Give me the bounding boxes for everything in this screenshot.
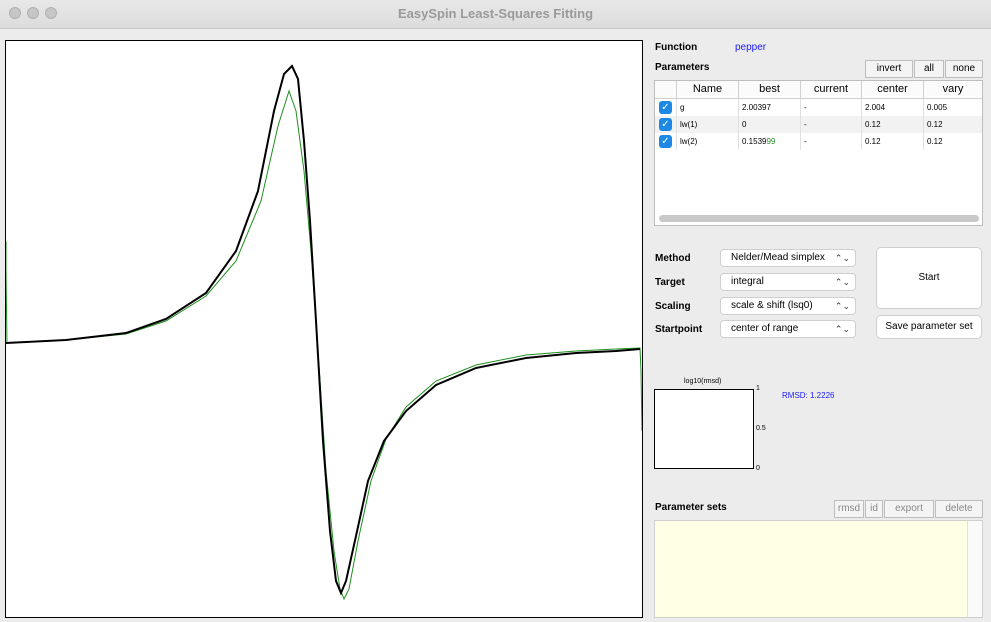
cell-best: 0.153999 xyxy=(738,133,800,150)
parameters-label: Parameters xyxy=(655,62,710,73)
cell-name: lw(2) xyxy=(676,133,738,150)
save-parameter-set-button[interactable]: Save parameter set xyxy=(876,315,982,339)
column-header-center[interactable]: center xyxy=(861,81,923,98)
sort-rmsd-button[interactable]: rmsd xyxy=(834,500,864,518)
scaling-label: Scaling xyxy=(655,301,691,312)
rmsd-tick-mid: 0.5 xyxy=(756,425,766,432)
row-checkbox[interactable]: ✓ xyxy=(659,101,672,114)
cell-center[interactable]: 0.12 xyxy=(861,133,923,150)
row-checkbox[interactable]: ✓ xyxy=(659,135,672,148)
export-button[interactable]: export xyxy=(884,500,934,518)
column-header-best[interactable]: best xyxy=(738,81,800,98)
scaling-select[interactable]: scale & shift (lsq0) ⌃⌄ xyxy=(720,297,856,315)
select-all-button[interactable]: all xyxy=(914,60,944,78)
cell-name: lw(1) xyxy=(676,116,738,133)
scaling-select-value: scale & shift (lsq0) xyxy=(731,300,813,311)
column-header-current[interactable]: current xyxy=(800,81,861,98)
column-header-name[interactable]: Name xyxy=(676,81,738,98)
parameter-sets-label: Parameter sets xyxy=(655,502,727,513)
cell-current: - xyxy=(800,116,861,133)
startpoint-select[interactable]: center of range ⌃⌄ xyxy=(720,320,856,338)
cell-vary[interactable]: 0.12 xyxy=(923,133,982,150)
title-bar: EasySpin Least-Squares Fitting xyxy=(0,0,991,29)
experimental-data-curve xyxy=(5,64,641,596)
spectrum-svg xyxy=(5,64,643,601)
row-checkbox[interactable]: ✓ xyxy=(659,118,672,131)
select-none-button[interactable]: none xyxy=(945,60,983,78)
fit-curve xyxy=(5,89,643,601)
parameter-sets-list[interactable] xyxy=(654,520,983,618)
table-row[interactable]: ✓ g 2.00397 - 2.004 0.005 xyxy=(655,99,982,116)
cell-vary[interactable]: 0.005 xyxy=(923,99,982,116)
target-label: Target xyxy=(655,277,685,288)
cell-best-value: 0.1539 xyxy=(742,137,767,146)
column-header-vary[interactable]: vary xyxy=(923,81,982,98)
start-button[interactable]: Start xyxy=(876,247,982,309)
startpoint-label: Startpoint xyxy=(655,324,703,335)
rmsd-tick-bottom: 0 xyxy=(756,465,760,472)
cell-vary[interactable]: 0.12 xyxy=(923,116,982,133)
parameters-table: Name best current center vary ✓ g 2.0039… xyxy=(654,80,983,226)
cell-current: - xyxy=(800,133,861,150)
cell-center[interactable]: 0.12 xyxy=(861,116,923,133)
function-value: pepper xyxy=(735,42,767,53)
rmsd-plot xyxy=(654,389,754,469)
chevron-updown-icon: ⌃⌄ xyxy=(834,324,850,334)
spectrum-plot xyxy=(5,40,643,618)
rmsd-value: RMSD: 1.2226 xyxy=(782,391,835,400)
parameter-sets-scrollbar[interactable] xyxy=(967,521,982,617)
table-horizontal-scrollbar[interactable] xyxy=(659,215,979,222)
chevron-updown-icon: ⌃⌄ xyxy=(834,253,850,263)
cell-best: 2.00397 xyxy=(738,99,800,116)
cell-best-changed-digits: 99 xyxy=(766,137,776,146)
rmsd-tick-top: 1 xyxy=(756,385,760,392)
method-label: Method xyxy=(655,253,691,264)
cell-best: 0 xyxy=(738,116,800,133)
window-title: EasySpin Least-Squares Fitting xyxy=(397,6,594,21)
cell-best-value: 0 xyxy=(742,120,747,129)
invert-button[interactable]: invert xyxy=(865,60,913,78)
table-row[interactable]: ✓ lw(2) 0.153999 - 0.12 0.12 xyxy=(655,133,982,150)
target-select-value: integral xyxy=(731,276,764,287)
target-select[interactable]: integral ⌃⌄ xyxy=(720,273,856,291)
sort-id-button[interactable]: id xyxy=(865,500,883,518)
function-label: Function xyxy=(655,42,698,53)
method-select-value: Nelder/Mead simplex xyxy=(731,252,825,263)
cell-center[interactable]: 2.004 xyxy=(861,99,923,116)
cell-current: - xyxy=(800,99,861,116)
method-select[interactable]: Nelder/Mead simplex ⌃⌄ xyxy=(720,249,856,267)
cell-best-value: 2.00397 xyxy=(742,103,771,112)
rmsd-plot-title: log10(rmsd) xyxy=(684,378,722,385)
startpoint-select-value: center of range xyxy=(731,323,799,334)
parameters-table-header: Name best current center vary xyxy=(655,81,982,99)
delete-button[interactable]: delete xyxy=(935,500,983,518)
table-row[interactable]: ✓ lw(1) 0 - 0.12 0.12 xyxy=(655,116,982,133)
cell-name: g xyxy=(676,99,738,116)
chevron-updown-icon: ⌃⌄ xyxy=(834,301,850,311)
chevron-updown-icon: ⌃⌄ xyxy=(834,277,850,287)
